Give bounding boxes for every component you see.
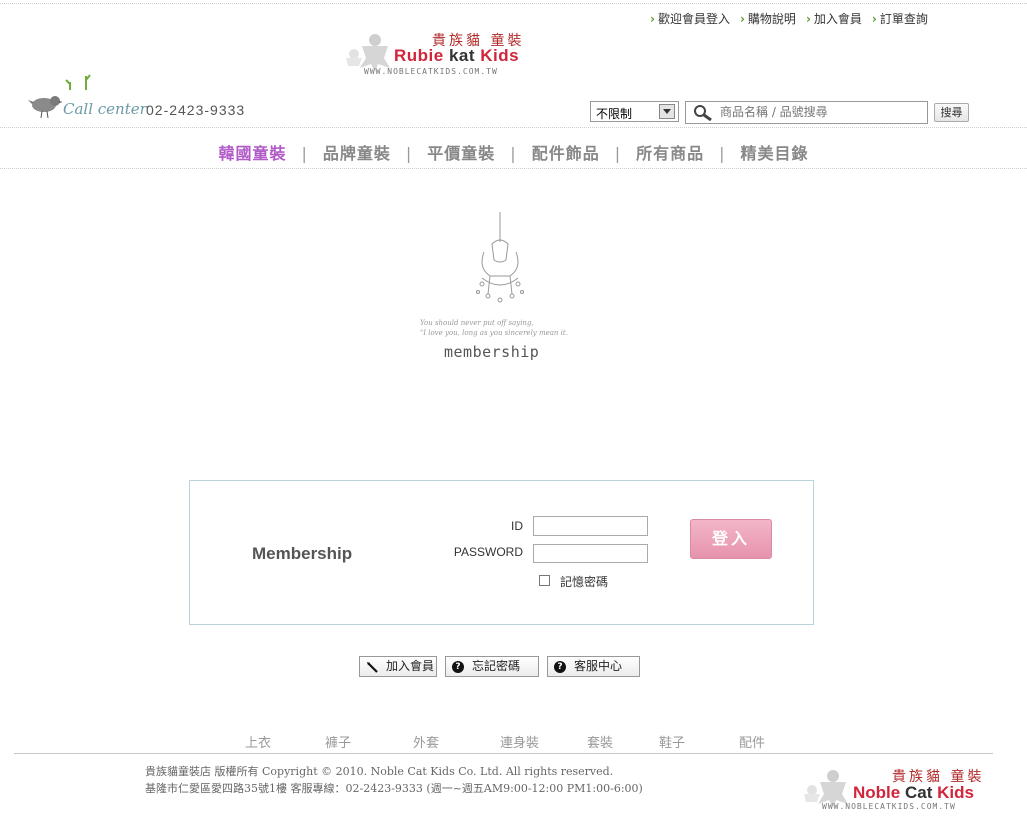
question-icon: ?: [452, 660, 464, 673]
footer-divider: [14, 753, 993, 754]
hero-script-line: You should never put off saying,: [420, 319, 534, 327]
logo-english-text: Rubie kat Kids: [394, 46, 520, 65]
login-title: Membership: [252, 544, 353, 563]
footer-category-shoes[interactable]: 鞋子: [659, 732, 685, 751]
search-icon: [694, 105, 712, 121]
nav-all-products[interactable]: 所有商品: [636, 140, 704, 164]
hero-title: membership: [444, 343, 540, 361]
nav-separator: |: [301, 144, 308, 163]
nav-korean-kids[interactable]: 韓國童裝: [218, 140, 286, 164]
login-button[interactable]: 登入: [690, 519, 772, 559]
customer-service-button[interactable]: ? 客服中心: [547, 656, 640, 677]
footer-logo: 貴族貓 童裝 Noble Cat Kids WWW.NOBLECATKIDS.C…: [800, 766, 1000, 812]
bird-icon: [28, 96, 62, 119]
nav-separator: |: [510, 144, 517, 163]
nav-separator: |: [614, 144, 622, 163]
remember-password-checkbox[interactable]: [539, 575, 550, 586]
nav-brand-kids[interactable]: 品牌童裝: [323, 140, 391, 164]
site-logo[interactable]: 貴族貓 童裝 Rubie kat Kids WWW.NOBLECATKIDS.C…: [342, 30, 542, 80]
search-button[interactable]: 搜尋: [934, 103, 969, 122]
footer-info: 貴族貓童裝店 版權所有 Copyright © 2010. Noble Cat …: [145, 763, 643, 797]
nav-dotted-divider: [0, 168, 1027, 169]
footer-category-sets[interactable]: 套裝: [587, 732, 613, 751]
footer-address: 基隆市仁愛區愛四路35號1樓 客服專線：02-2423-9333 (週一~週五A…: [145, 782, 643, 795]
top-link-shopping-guide[interactable]: › 購物說明: [740, 12, 796, 26]
forgot-password-label: 忘記密碼: [472, 659, 521, 673]
top-link-login[interactable]: › 歡迎會員登入: [650, 12, 730, 26]
top-links: › 歡迎會員登入 › 購物說明 › 加入會員 › 訂單查詢: [650, 10, 938, 27]
call-center-label: Call center: [63, 100, 147, 118]
chevron-down-icon[interactable]: [659, 104, 675, 119]
join-member-label: 加入會員: [386, 659, 435, 673]
search-input[interactable]: [720, 104, 920, 120]
hero-script-quote: You should never put off saying, "I love…: [420, 318, 590, 338]
footer-category-tops[interactable]: 上衣: [245, 732, 271, 751]
search-scope-value: 不限制: [596, 107, 633, 121]
top-link-join[interactable]: › 加入會員: [806, 12, 862, 26]
logo-url: WWW.NOBLECATKIDS.COM.TW: [364, 67, 498, 76]
nav-separator: |: [719, 144, 726, 163]
chandelier-icon: [476, 212, 524, 303]
footer-category-outerwear[interactable]: 外套: [413, 732, 439, 751]
call-center-phone: 02-2423-9333: [146, 102, 246, 118]
footer-category-rompers[interactable]: 連身裝: [500, 732, 539, 751]
cat-logo-icon: [346, 34, 390, 72]
nav-catalog[interactable]: 精美目錄: [741, 140, 809, 164]
id-input[interactable]: [533, 516, 648, 536]
top-link-order-query[interactable]: › 訂單查詢: [872, 12, 928, 26]
nav-accessories[interactable]: 配件飾品: [532, 140, 600, 164]
join-member-button[interactable]: 加入會員: [359, 656, 437, 677]
header-dotted-divider: [0, 127, 1027, 128]
remember-password-label: 記憶密碼: [560, 575, 609, 589]
footer-logo-url: WWW.NOBLECATKIDS.COM.TW: [822, 802, 956, 811]
nav-separator: |: [405, 144, 413, 163]
pencil-icon: [367, 661, 378, 673]
forgot-password-button[interactable]: ? 忘記密碼: [445, 656, 539, 677]
password-label: PASSWORD: [453, 545, 523, 559]
footer-copyright: 貴族貓童裝店 版權所有 Copyright © 2010. Noble Cat …: [145, 765, 614, 778]
main-nav: 韓國童裝 | 品牌童裝 | 平價童裝 | 配件飾品 | 所有商品 | 精美目錄: [0, 140, 1027, 164]
search-box[interactable]: [685, 101, 928, 124]
customer-service-label: 客服中心: [574, 659, 623, 673]
login-panel: Membership ID PASSWORD 記憶密碼 登入: [189, 480, 814, 625]
question-icon: ?: [554, 660, 566, 673]
nav-budget-kids[interactable]: 平價童裝: [427, 140, 495, 164]
footer-category-pants[interactable]: 褲子: [325, 732, 351, 751]
top-dotted-divider: [0, 3, 1027, 4]
grass-sprout-icon: [65, 74, 91, 90]
id-label: ID: [511, 519, 523, 533]
footer-logo-english: Noble Cat Kids: [853, 783, 974, 802]
footer-category-accessories[interactable]: 配件: [739, 732, 765, 751]
hero-script-line: "I love you, long as you sincerely mean …: [420, 329, 568, 337]
search-scope-select[interactable]: 不限制: [590, 101, 679, 122]
password-input[interactable]: [533, 544, 648, 563]
